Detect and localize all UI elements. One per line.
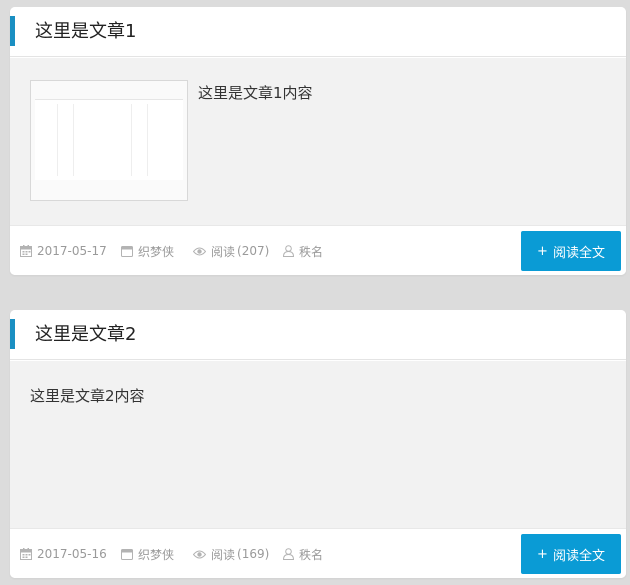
article-thumbnail[interactable] — [30, 80, 188, 201]
calendar-icon — [20, 245, 32, 257]
read-more-button[interactable]: + 阅读全文 — [521, 534, 621, 574]
folder-icon — [121, 548, 133, 560]
article-header: 这里是文章2 — [10, 310, 626, 360]
article-user: 秩名 — [283, 529, 323, 578]
date-text: 2017-05-17 — [37, 244, 107, 258]
article-summary: 这里是文章1内容 — [198, 84, 313, 102]
article-body: 这里是文章1内容 — [10, 58, 626, 225]
user-icon — [283, 245, 294, 257]
plus-icon: + — [537, 546, 548, 562]
author-text[interactable]: 织梦侠 — [138, 546, 174, 563]
article-author[interactable]: 织梦侠 — [121, 226, 174, 275]
date-text: 2017-05-16 — [37, 547, 107, 561]
user-text: 秩名 — [299, 244, 324, 259]
views-label: 阅读 — [211, 547, 236, 562]
user-icon — [283, 548, 294, 560]
read-more-button[interactable]: + 阅读全文 — [521, 231, 621, 271]
views-count: (207) — [237, 244, 270, 258]
views-label: 阅读 — [211, 244, 236, 259]
article-body: 这里是文章2内容 — [10, 361, 626, 529]
eye-icon — [193, 247, 206, 255]
views-count: (169) — [237, 547, 270, 561]
article-date: 2017-05-17 — [20, 226, 107, 275]
eye-icon — [193, 550, 206, 558]
user-text: 秩名 — [299, 547, 324, 562]
article-footer: 2017-05-17 织梦侠 阅读 (207) 秩名 + 阅读全文 — [10, 225, 626, 275]
title-accent-bar — [10, 319, 15, 349]
article-summary: 这里是文章2内容 — [30, 387, 145, 405]
article-views: 阅读 (169) — [193, 529, 269, 578]
article-card: 这里是文章1 这里是文章1内容 2017-05-17 织梦侠 阅读 (207) … — [10, 7, 626, 275]
article-header: 这里是文章1 — [10, 7, 626, 57]
article-author[interactable]: 织梦侠 — [121, 529, 174, 578]
article-feed: 这里是文章1 这里是文章1内容 2017-05-17 织梦侠 阅读 (207) … — [0, 0, 630, 585]
read-more-label: 阅读全文 — [552, 245, 605, 261]
article-title-link[interactable]: 这里是文章2 — [35, 322, 136, 348]
article-user: 秩名 — [283, 226, 323, 275]
folder-icon — [121, 245, 133, 257]
title-accent-bar — [10, 16, 15, 46]
plus-icon: + — [537, 243, 548, 259]
article-views: 阅读 (207) — [193, 226, 269, 275]
read-more-label: 阅读全文 — [552, 548, 605, 564]
author-text[interactable]: 织梦侠 — [138, 243, 174, 260]
thumbnail-toolbar-row — [37, 93, 181, 108]
article-footer: 2017-05-16 织梦侠 阅读 (169) 秩名 + 阅读全文 — [10, 528, 626, 578]
article-card: 这里是文章2 这里是文章2内容 2017-05-16 织梦侠 阅读 (169) … — [10, 310, 626, 578]
article-title-link[interactable]: 这里是文章1 — [35, 19, 136, 45]
thumbnail-document — [35, 99, 183, 180]
calendar-icon — [20, 548, 32, 560]
article-date: 2017-05-16 — [20, 529, 107, 578]
thumbnail-toolbar-row — [37, 87, 181, 102]
